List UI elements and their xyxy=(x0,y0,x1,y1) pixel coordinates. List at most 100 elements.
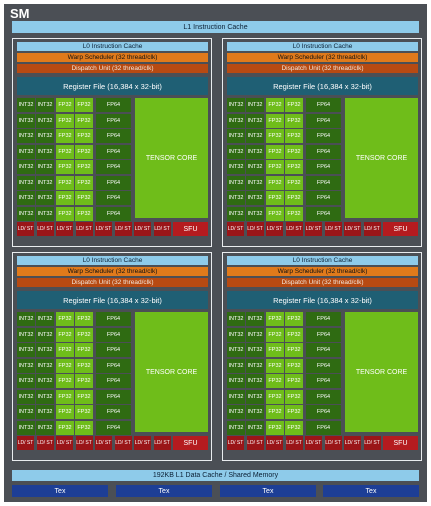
l0-instruction-cache: L0 Instruction Cache xyxy=(17,256,208,265)
processing-block-4: L0 Instruction Cache Warp Scheduler (32 t… xyxy=(222,252,422,461)
fp32-unit: FP32 xyxy=(266,129,284,143)
fp32-unit: FP32 xyxy=(56,358,74,373)
ldst-unit: LD/ ST xyxy=(344,222,361,236)
ldst-unit: LD/ ST xyxy=(285,436,303,450)
int32-unit: INT32 xyxy=(227,327,245,342)
int32-unit: INT32 xyxy=(36,389,54,404)
int32-unit: INT32 xyxy=(227,191,245,205)
fp64-unit: FP64 xyxy=(96,358,131,373)
ldst-unit: LD/ ST xyxy=(134,436,151,450)
ldst-unit: LD/ ST xyxy=(56,436,73,450)
tensor-core: TENSOR CORE xyxy=(345,98,418,218)
fp32-unit: FP32 xyxy=(285,191,303,205)
ldst-unit: LD/ ST xyxy=(246,436,264,450)
fp64-unit: FP64 xyxy=(306,327,341,342)
l1-data-cache: 192KB L1 Data Cache / Shared Memory xyxy=(12,470,419,481)
int32-unit: INT32 xyxy=(17,389,35,404)
fp32-unit: FP32 xyxy=(266,98,284,112)
ldst-unit: LD/ ST xyxy=(56,222,73,236)
dispatch-unit: Dispatch Unit (32 thread/clk) xyxy=(227,64,418,73)
warp-scheduler: Warp Scheduler (32 thread/clk) xyxy=(227,267,418,276)
fp32-unit: FP32 xyxy=(75,312,93,326)
fp64-unit: FP64 xyxy=(96,191,131,205)
processing-block-1: L0 Instruction Cache Warp Scheduler (32 t… xyxy=(12,38,212,247)
int32-unit: INT32 xyxy=(227,420,245,435)
int32-unit: INT32 xyxy=(36,358,54,373)
fp32-unit: FP32 xyxy=(266,420,284,435)
fp32-unit: FP32 xyxy=(266,405,284,419)
fp64-unit: FP64 xyxy=(96,129,131,143)
ldst-unit: LD/ ST xyxy=(324,436,342,450)
ldst-unit: LD/ ST xyxy=(134,222,151,236)
ldst-unit: LD/ ST xyxy=(363,436,381,450)
register-file: Register File (16,384 x 32-bit) xyxy=(17,77,208,95)
int32-unit: INT32 xyxy=(36,343,54,357)
fp32-unit: FP32 xyxy=(56,160,74,174)
int32-unit: INT32 xyxy=(246,144,264,159)
ldst-unit: LD/ ST xyxy=(17,436,34,450)
fp32-unit: FP32 xyxy=(56,420,74,435)
fp32-unit: FP32 xyxy=(75,98,93,112)
int32-unit: INT32 xyxy=(246,374,264,388)
int32-unit: INT32 xyxy=(227,175,245,190)
int32-unit: INT32 xyxy=(17,358,35,373)
int32-unit: INT32 xyxy=(246,98,264,112)
ldst-unit: LD/ ST xyxy=(75,436,93,450)
ldst-unit: LD/ ST xyxy=(363,222,381,236)
warp-scheduler: Warp Scheduler (32 thread/clk) xyxy=(227,53,418,62)
ldst-unit: LD/ ST xyxy=(246,222,264,236)
fp32-unit: FP32 xyxy=(266,312,284,326)
processing-block-2: L0 Instruction Cache Warp Scheduler (32 t… xyxy=(222,38,422,247)
fp32-unit: FP32 xyxy=(285,327,303,342)
fp32-unit: FP32 xyxy=(75,389,93,404)
int32-unit: INT32 xyxy=(36,405,54,419)
fp64-unit: FP64 xyxy=(306,312,341,326)
int32-unit: INT32 xyxy=(227,343,245,357)
fp64-unit: FP64 xyxy=(306,144,341,159)
fp32-unit: FP32 xyxy=(56,206,74,221)
int32-unit: INT32 xyxy=(17,160,35,174)
int32-unit: INT32 xyxy=(17,327,35,342)
ldst-unit: LD/ ST xyxy=(17,222,34,236)
dispatch-unit: Dispatch Unit (32 thread/clk) xyxy=(227,278,418,287)
sfu-unit: SFU xyxy=(173,436,208,450)
ldst-unit: LD/ ST xyxy=(95,436,112,450)
fp32-unit: FP32 xyxy=(285,343,303,357)
int32-unit: INT32 xyxy=(17,343,35,357)
tex-unit: Tex xyxy=(12,485,108,497)
tensor-core: TENSOR CORE xyxy=(135,98,208,218)
ldst-unit: LD/ ST xyxy=(266,436,283,450)
int32-unit: INT32 xyxy=(17,420,35,435)
fp64-unit: FP64 xyxy=(96,343,131,357)
fp32-unit: FP32 xyxy=(75,191,93,205)
int32-unit: INT32 xyxy=(17,175,35,190)
int32-unit: INT32 xyxy=(36,160,54,174)
l1-instruction-cache: L1 Instruction Cache xyxy=(12,21,419,33)
int32-unit: INT32 xyxy=(36,144,54,159)
int32-unit: INT32 xyxy=(227,405,245,419)
fp32-unit: FP32 xyxy=(266,175,284,190)
fp32-unit: FP32 xyxy=(266,160,284,174)
tensor-core: TENSOR CORE xyxy=(135,312,208,432)
int32-unit: INT32 xyxy=(227,206,245,221)
int32-unit: INT32 xyxy=(227,374,245,388)
fp32-unit: FP32 xyxy=(75,129,93,143)
fp64-unit: FP64 xyxy=(306,374,341,388)
int32-unit: INT32 xyxy=(227,129,245,143)
fp32-unit: FP32 xyxy=(266,389,284,404)
fp32-unit: FP32 xyxy=(266,343,284,357)
fp32-unit: FP32 xyxy=(285,389,303,404)
ldst-unit: LD/ ST xyxy=(305,222,322,236)
fp64-unit: FP64 xyxy=(96,312,131,326)
int32-unit: INT32 xyxy=(246,129,264,143)
ldst-unit: LD/ ST xyxy=(305,436,322,450)
ldst-unit: LD/ ST xyxy=(36,436,54,450)
ldst-unit: LD/ ST xyxy=(266,222,283,236)
fp32-unit: FP32 xyxy=(56,374,74,388)
fp32-unit: FP32 xyxy=(285,358,303,373)
register-file: Register File (16,384 x 32-bit) xyxy=(17,291,208,309)
ldst-unit: LD/ ST xyxy=(36,222,54,236)
fp32-unit: FP32 xyxy=(56,129,74,143)
int32-unit: INT32 xyxy=(36,191,54,205)
fp64-unit: FP64 xyxy=(96,405,131,419)
